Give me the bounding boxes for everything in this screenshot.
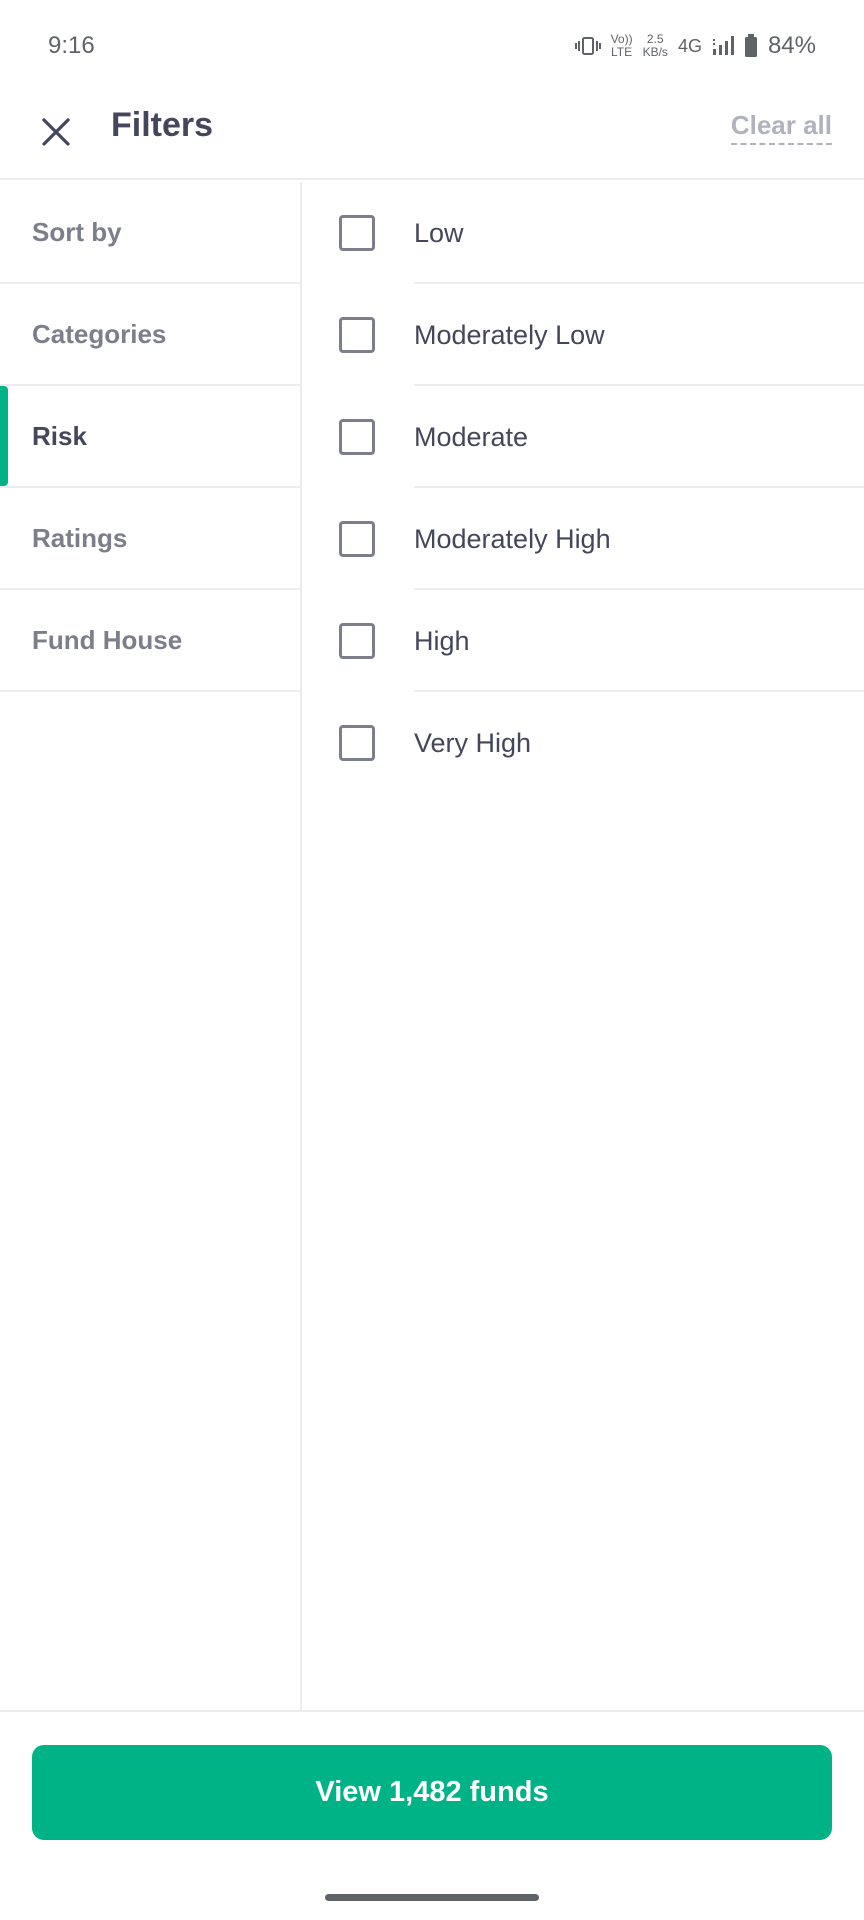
option-label: Very High xyxy=(414,727,532,758)
option-label: Moderate xyxy=(414,421,529,452)
volte-bottom: LTE xyxy=(611,45,633,59)
filters-header: Filters Clear all xyxy=(0,92,864,180)
view-funds-button[interactable]: View 1,482 funds xyxy=(32,1745,832,1840)
network-type: 4G xyxy=(677,35,702,56)
option-label: Low xyxy=(414,217,464,248)
filters-body: Sort by Categories Risk Ratings Fund Hou… xyxy=(0,182,864,1710)
sidebar-item-label: Categories xyxy=(32,318,167,349)
sidebar-item-categories[interactable]: Categories xyxy=(0,284,300,386)
status-bar: 9:16 Vo)) LTE 2.5 KB/s 4G 84% xyxy=(0,0,864,92)
checkbox[interactable] xyxy=(339,623,375,659)
close-icon xyxy=(42,118,70,146)
checkbox[interactable] xyxy=(339,215,375,251)
checkbox[interactable] xyxy=(339,521,375,557)
status-time: 9:16 xyxy=(48,32,95,59)
clear-all-button[interactable]: Clear all xyxy=(730,110,832,145)
status-icons: Vo)) LTE 2.5 KB/s 4G 84% xyxy=(574,32,816,60)
checkbox[interactable] xyxy=(339,419,375,455)
option-moderate[interactable]: Moderate xyxy=(302,386,864,488)
sidebar-item-fund-house[interactable]: Fund House xyxy=(0,590,300,692)
battery-percent: 84% xyxy=(767,32,816,59)
net-speed-unit: KB/s xyxy=(642,45,668,59)
risk-options-list: Low Moderately Low Moderate Moderately H… xyxy=(302,182,864,1710)
net-speed: 2.5 KB/s xyxy=(643,33,668,59)
option-label: Moderately Low xyxy=(414,319,605,350)
option-very-high[interactable]: Very High xyxy=(302,692,864,794)
option-label: High xyxy=(414,625,470,656)
battery-icon xyxy=(744,34,758,58)
page-title: Filters xyxy=(111,106,214,144)
sidebar-item-label: Ratings xyxy=(32,522,128,553)
option-high[interactable]: High xyxy=(302,590,864,692)
checkbox[interactable] xyxy=(339,725,375,761)
footer: View 1,482 funds xyxy=(0,1710,864,1920)
sidebar-item-label: Sort by xyxy=(32,216,122,247)
sidebar-item-ratings[interactable]: Ratings xyxy=(0,488,300,590)
option-low[interactable]: Low xyxy=(302,182,864,284)
sidebar-item-label: Fund House xyxy=(32,624,183,655)
option-moderately-high[interactable]: Moderately High xyxy=(302,488,864,590)
signal-icon xyxy=(712,35,734,57)
filter-sidebar: Sort by Categories Risk Ratings Fund Hou… xyxy=(0,182,302,1710)
option-moderately-low[interactable]: Moderately Low xyxy=(302,284,864,386)
sidebar-item-label: Risk xyxy=(32,420,87,451)
volte-icon: Vo)) LTE xyxy=(611,33,633,59)
sidebar-item-sort-by[interactable]: Sort by xyxy=(0,182,300,284)
vibrate-icon xyxy=(574,36,601,56)
option-label: Moderately High xyxy=(414,523,611,554)
checkbox[interactable] xyxy=(339,317,375,353)
home-indicator[interactable] xyxy=(325,1894,539,1901)
close-button[interactable] xyxy=(36,112,76,152)
sidebar-item-risk[interactable]: Risk xyxy=(0,386,300,488)
